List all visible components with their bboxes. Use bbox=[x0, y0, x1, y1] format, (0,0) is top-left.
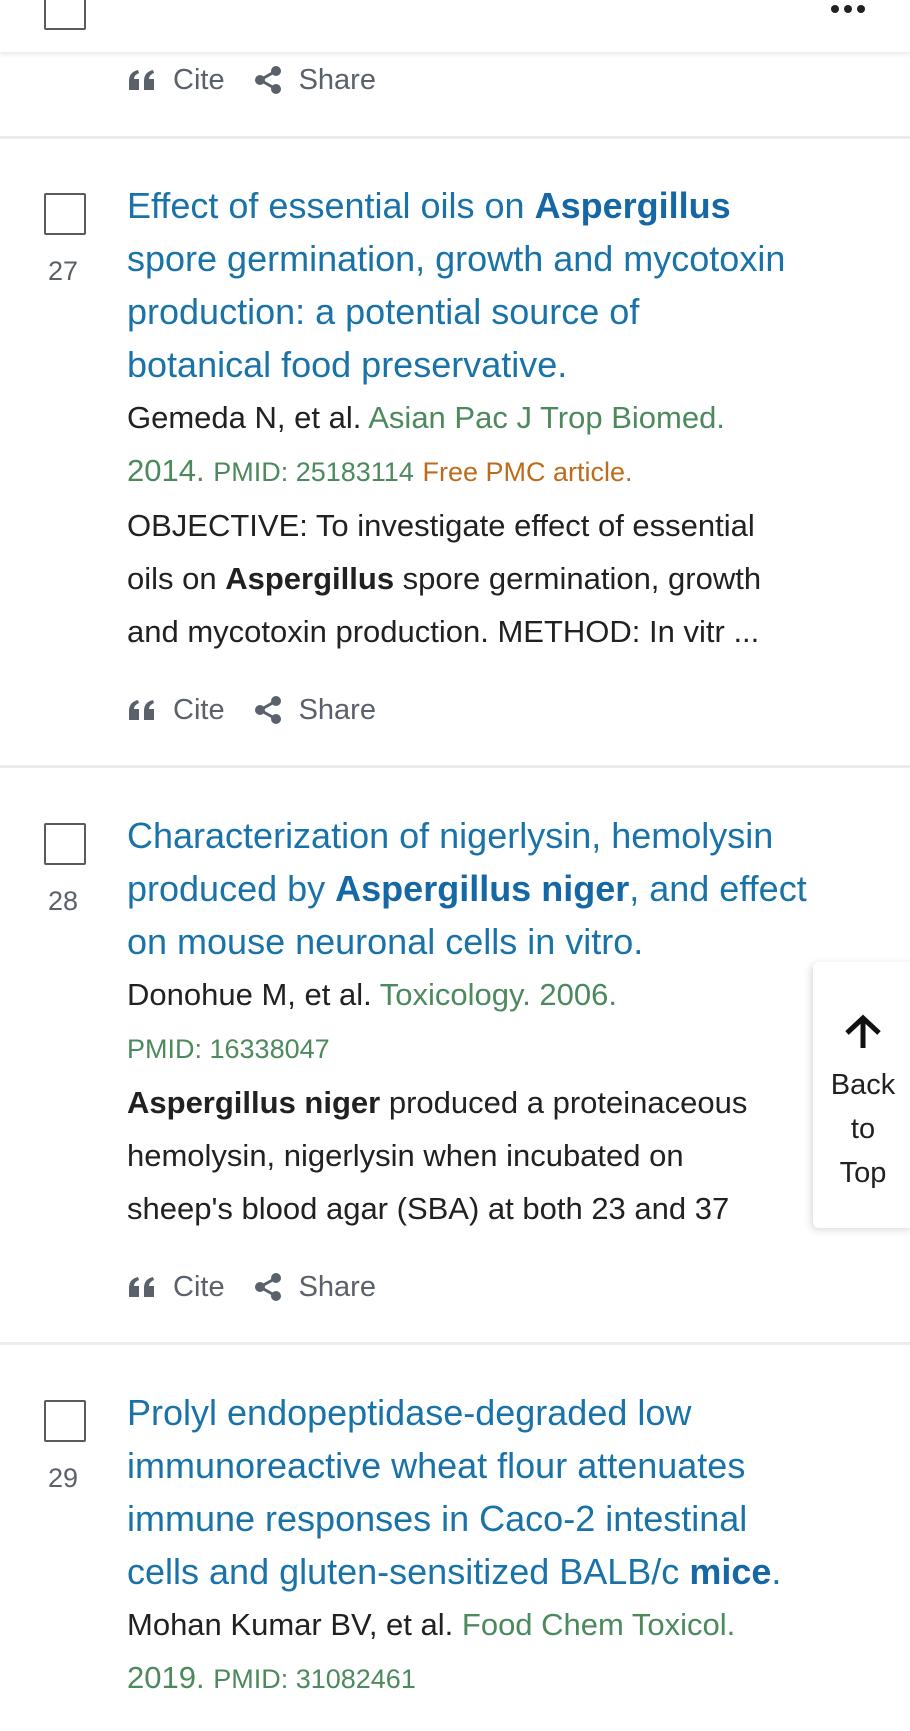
top-bar bbox=[0, 0, 910, 52]
divider bbox=[0, 765, 910, 768]
journal: Food Chem Toxicol. bbox=[461, 1607, 736, 1642]
journal: Toxicology. 2006. bbox=[379, 977, 618, 1012]
year: 2019. bbox=[127, 1660, 205, 1695]
more-options-icon[interactable] bbox=[830, 4, 866, 14]
article-title[interactable]: Characterization of nigerlysin, hemolysi… bbox=[127, 809, 887, 968]
article-checkbox[interactable] bbox=[44, 823, 86, 865]
citation-line: Donohue M, et al. Toxicology. 2006. bbox=[127, 968, 887, 1021]
divider bbox=[0, 1342, 910, 1345]
cite-button[interactable]: Cite bbox=[127, 64, 225, 97]
quote-icon bbox=[129, 700, 154, 720]
share-label: Share bbox=[298, 1270, 376, 1303]
share-button[interactable]: Share bbox=[253, 694, 376, 727]
cite-button[interactable]: Cite bbox=[127, 1271, 225, 1304]
citation-line-2: PMID: 16338047 bbox=[127, 1021, 887, 1076]
article-actions: Cite Share bbox=[127, 1270, 404, 1304]
article-actions: Cite Share bbox=[127, 693, 404, 727]
share-button[interactable]: Share bbox=[253, 1271, 376, 1304]
authors: Mohan Kumar BV, et al. bbox=[127, 1607, 454, 1642]
share-icon bbox=[254, 66, 281, 94]
article-number: 27 bbox=[48, 256, 79, 286]
free-pmc-badge: Free PMC article. bbox=[422, 457, 633, 487]
divider bbox=[0, 136, 910, 139]
article-checkbox[interactable] bbox=[44, 1400, 86, 1442]
citation-line: Mohan Kumar BV, et al. Food Chem Toxicol… bbox=[127, 1598, 887, 1651]
citation-line-2: 2019. PMID: 31082461 bbox=[127, 1651, 887, 1706]
article-number: 28 bbox=[48, 886, 79, 916]
share-button[interactable]: Share bbox=[253, 64, 376, 97]
pmid: PMID: 31082461 bbox=[213, 1664, 416, 1694]
journal: Asian Pac J Trop Biomed. bbox=[368, 400, 725, 435]
arrow-up-icon bbox=[845, 1014, 881, 1048]
cite-label: Cite bbox=[173, 1270, 225, 1303]
article-number: 29 bbox=[48, 1463, 79, 1493]
article-snippet: OBJECTIVE: To investigate effect of esse… bbox=[127, 508, 762, 649]
share-label: Share bbox=[298, 693, 376, 726]
cite-label: Cite bbox=[173, 693, 225, 726]
year: 2014. bbox=[127, 453, 205, 488]
citation-line-2: 2014. PMID: 25183114 Free PMC article. bbox=[127, 444, 887, 499]
citation-line: Gemeda N, et al. Asian Pac J Trop Biomed… bbox=[127, 391, 887, 444]
authors: Donohue M, et al. bbox=[127, 977, 372, 1012]
article-title[interactable]: Prolyl endopeptidase-degraded low immuno… bbox=[127, 1386, 887, 1598]
share-icon bbox=[254, 696, 281, 724]
article-actions: Cite Share bbox=[127, 63, 404, 97]
article-checkbox[interactable] bbox=[44, 193, 86, 235]
quote-icon bbox=[129, 70, 154, 90]
cite-button[interactable]: Cite bbox=[127, 694, 225, 727]
cite-label: Cite bbox=[173, 63, 225, 96]
article-title[interactable]: Effect of essential oils on Aspergillus … bbox=[127, 179, 887, 391]
back-to-top-label: Back to Top bbox=[830, 1069, 896, 1189]
article-snippet: Aspergillus niger produced a proteinaceo… bbox=[127, 1085, 748, 1226]
pmid: PMID: 25183114 bbox=[213, 457, 414, 487]
quote-icon bbox=[129, 1277, 154, 1297]
pmid: PMID: 16338047 bbox=[127, 1034, 330, 1064]
back-to-top-button[interactable]: Back to Top bbox=[813, 962, 910, 1228]
select-all-checkbox[interactable] bbox=[44, 0, 86, 30]
share-icon bbox=[254, 1273, 281, 1301]
authors: Gemeda N, et al. bbox=[127, 400, 362, 435]
share-label: Share bbox=[298, 63, 376, 96]
